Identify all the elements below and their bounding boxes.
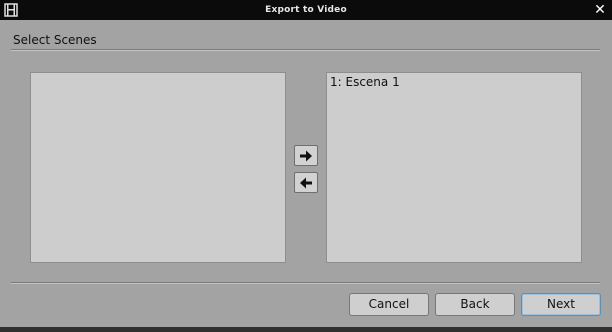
title-bar: Export to Video ✕: [0, 0, 612, 20]
available-scenes-list[interactable]: [30, 72, 286, 263]
close-button[interactable]: ✕: [592, 1, 608, 19]
arrow-left-icon: [300, 177, 312, 188]
window-bottom-edge: [0, 327, 612, 332]
cancel-button[interactable]: Cancel: [349, 293, 429, 316]
next-button[interactable]: Next: [521, 293, 601, 316]
back-button[interactable]: Back: [435, 293, 515, 316]
selected-scenes-list[interactable]: 1: Escena 1: [326, 72, 582, 263]
bottom-divider: [11, 282, 600, 284]
list-item[interactable]: 1: Escena 1: [327, 73, 581, 91]
section-label: Select Scenes: [13, 33, 97, 47]
remove-scene-button[interactable]: [294, 172, 318, 193]
top-divider: [11, 49, 600, 51]
window-title: Export to Video: [265, 5, 347, 15]
add-scene-button[interactable]: [294, 145, 318, 166]
arrow-right-icon: [300, 150, 312, 161]
